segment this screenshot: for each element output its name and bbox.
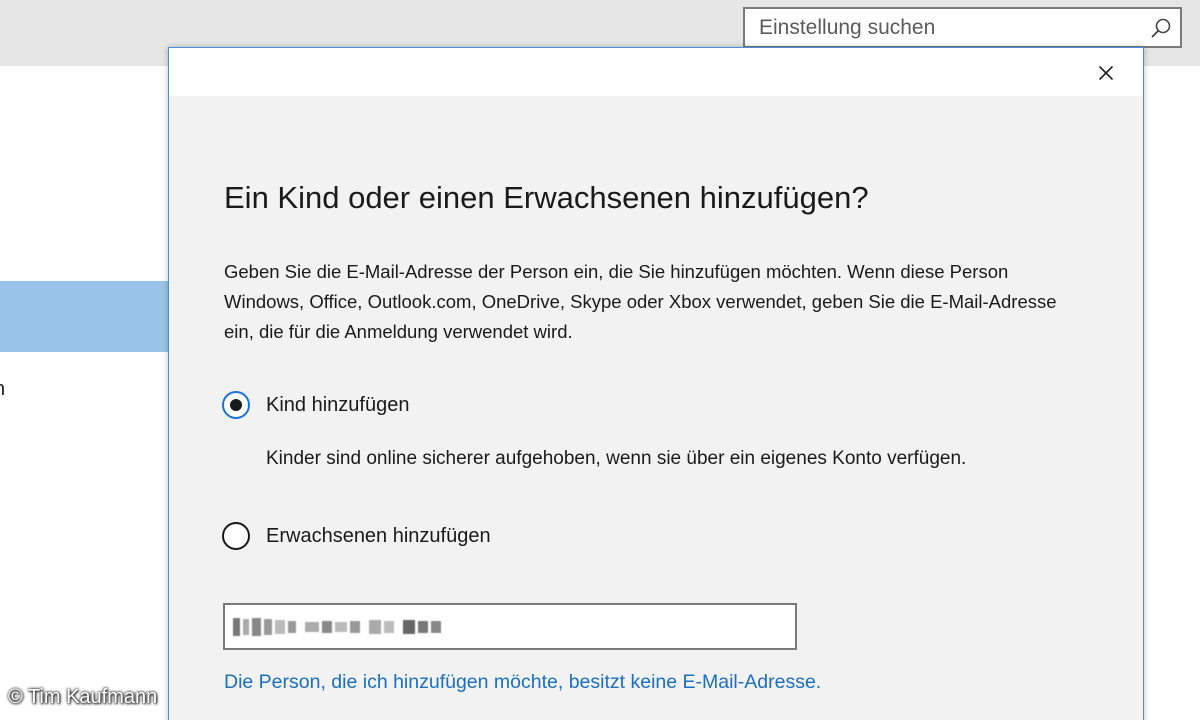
sidebar-item-label[interactable]: n	[0, 378, 5, 401]
copyright-watermark: © Tim Kaufmann	[8, 686, 158, 708]
radio-button-unchecked[interactable]	[222, 522, 250, 550]
radio-add-adult[interactable]: Erwachsenen hinzufügen	[222, 522, 491, 550]
dialog-title: Ein Kind oder einen Erwachsenen hinzufüg…	[224, 180, 869, 215]
radio-label-adult[interactable]: Erwachsenen hinzufügen	[266, 525, 491, 548]
close-icon[interactable]	[1098, 65, 1114, 81]
dialog-description: Geben Sie die E-Mail-Adresse der Person …	[224, 261, 1057, 342]
search-input[interactable]	[759, 9, 1139, 46]
settings-search-box[interactable]	[743, 7, 1182, 48]
radio-button-checked[interactable]	[222, 391, 250, 419]
child-option-help-text: Kinder sind online sicherer aufgehoben, …	[266, 448, 967, 469]
close-button[interactable]	[1089, 60, 1123, 86]
search-icon[interactable]	[1150, 17, 1172, 39]
email-value-pixelated	[233, 618, 441, 636]
add-person-dialog: Ein Kind oder einen Erwachsenen hinzufüg…	[168, 47, 1144, 720]
sidebar-item-selected[interactable]	[0, 281, 170, 352]
settings-screen: n © Tim Kaufmann Ein Kind oder einen Erw…	[0, 0, 1200, 720]
dialog-titlebar	[169, 48, 1143, 96]
no-email-address-link[interactable]: Die Person, die ich hinzufügen möchte, b…	[224, 671, 821, 694]
radio-add-child[interactable]: Kind hinzufügen	[222, 391, 409, 419]
email-field[interactable]	[223, 603, 797, 650]
radio-label-child[interactable]: Kind hinzufügen	[266, 394, 409, 417]
